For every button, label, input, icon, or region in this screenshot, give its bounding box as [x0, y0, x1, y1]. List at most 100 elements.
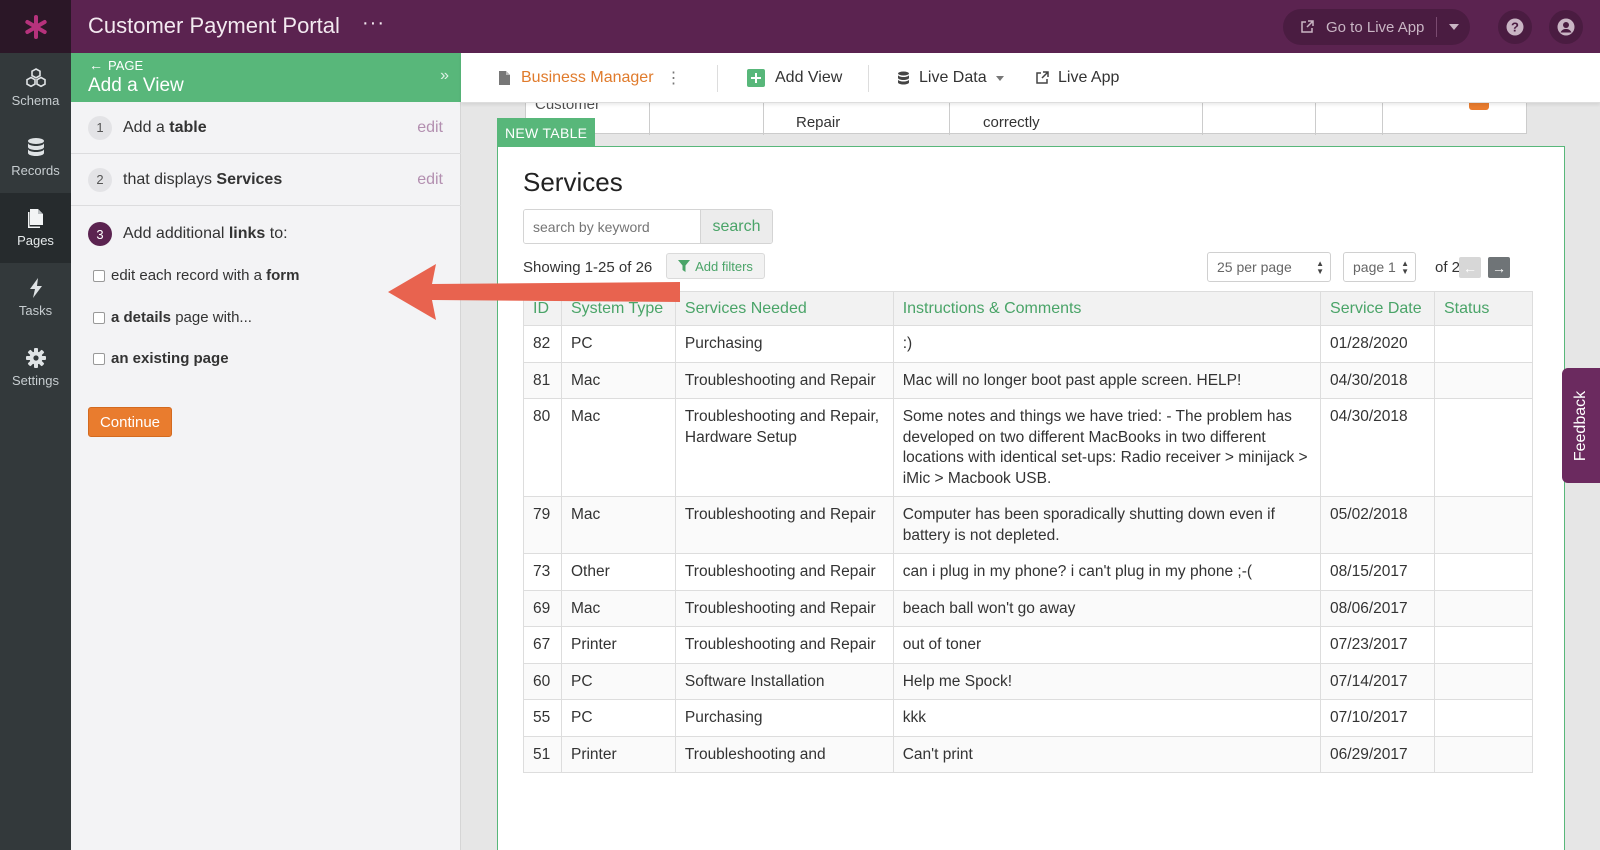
cell-text: correctly [983, 114, 1040, 131]
link-option-details-page[interactable]: a details page with... [93, 309, 252, 326]
account-button[interactable] [1549, 10, 1583, 44]
cell-text: Repair [796, 114, 841, 131]
wizard-header: ← PAGE Add a View » [71, 53, 461, 102]
table-row[interactable]: 80 Mac Troubleshooting and Repair, Hardwar… [523, 398, 1533, 497]
search-input[interactable] [524, 210, 700, 243]
column-header[interactable]: Instructions & Comments [892, 291, 1322, 326]
app-logo[interactable] [0, 0, 71, 53]
link-option-edit-form[interactable]: edit each record with a form [93, 267, 299, 284]
table-cell: can i plug in my phone? i can't plug in … [892, 553, 1322, 591]
checkbox[interactable] [93, 352, 105, 365]
table-row[interactable]: 69 Mac Troubleshooting and Repair beach bal… [523, 589, 1533, 627]
page-name: Business Manager [521, 69, 654, 86]
option-label: an existing page [111, 350, 229, 367]
table-cell: 07/14/2017 [1320, 662, 1435, 700]
app-more-menu[interactable]: ··· [362, 12, 385, 35]
asterisk-logo-icon [24, 14, 47, 39]
page-more-icon[interactable]: ⋮ [666, 68, 682, 88]
feedback-label: Feedback [1572, 390, 1590, 461]
live-data-toggle[interactable]: Live Data [897, 53, 1004, 103]
divider [1436, 17, 1438, 37]
back-to-page-link[interactable]: ← PAGE [89, 57, 143, 73]
add-view-button[interactable]: Add View [747, 53, 842, 103]
page-value: page 1 [1353, 259, 1396, 275]
feedback-tab[interactable]: Feedback [1562, 368, 1600, 483]
nav-schema[interactable]: Schema [0, 53, 71, 123]
table-cell: Purchasing [674, 699, 894, 737]
table-cell [650, 103, 764, 135]
table-cell: Help me Spock! [892, 662, 1322, 700]
table-row[interactable]: 60 PC Software Installation Help me Spock! 0… [523, 662, 1533, 700]
table-row[interactable]: 51 Printer Troubleshooting and Can't print 0… [523, 735, 1533, 773]
per-page-select[interactable]: 25 per page ▲ ▼ [1207, 252, 1331, 282]
column-header[interactable]: Status [1434, 291, 1533, 326]
table-row[interactable]: 79 Mac Troubleshooting and Repair Computer … [523, 496, 1533, 554]
table-cell: 06/29/2017 [1320, 735, 1435, 773]
table-cell: 51 [523, 735, 562, 773]
table-cell: Mac [560, 361, 676, 399]
table-title: Services [523, 167, 623, 197]
go-to-live-app-button[interactable]: Go to Live App [1283, 9, 1470, 45]
table-cell: Mac [560, 398, 676, 497]
next-page-button[interactable]: → [1488, 257, 1510, 278]
step-text: Add additional links to: [123, 225, 288, 242]
page-select[interactable]: page 1 ▲ ▼ [1343, 252, 1416, 282]
checkbox[interactable] [93, 269, 105, 282]
column-header[interactable]: Services Needed [674, 291, 894, 326]
table-cell: PC [560, 662, 676, 700]
step-1-edit-link[interactable]: edit [417, 119, 443, 137]
table-row[interactable]: 81 Mac Troubleshooting and Repair Mac will … [523, 361, 1533, 399]
table-cell: Troubleshooting and Repair, Hardware Set… [674, 398, 894, 497]
table-cell [1434, 662, 1533, 700]
table-cell: 60 [523, 662, 562, 700]
nav-pages[interactable]: Pages [0, 193, 71, 263]
prev-page-button[interactable]: ← [1459, 257, 1481, 278]
services-table: ID System Type Services Needed Instructi… [523, 291, 1533, 773]
page-selector[interactable]: Business Manager ⋮ [498, 53, 682, 103]
option-label: edit each record with a form [111, 267, 300, 284]
live-app-link[interactable]: Live App [1035, 53, 1119, 103]
table-cell [1434, 699, 1533, 737]
table-row[interactable]: 82 PC Purchasing:) 01/28/2020 [523, 325, 1533, 363]
table-cell: Troubleshooting and Repair [674, 589, 894, 627]
table-cell: Can't print [892, 735, 1322, 773]
new-table-view[interactable]: Services search Showing 1-25 of 26 Add f… [497, 118, 1565, 850]
table-row[interactable]: 67 Printer Troubleshooting and Repair out o… [523, 626, 1533, 664]
nav-schema-label: Schema [11, 93, 60, 108]
page-icon [499, 71, 510, 85]
nav-records[interactable]: Records [0, 123, 71, 193]
table-cell: 05/02/2018 [1320, 496, 1435, 554]
nav-tasks[interactable]: Tasks [0, 263, 71, 333]
arrow-right-icon: → [1492, 259, 1506, 276]
arrow-left-icon: ← [1463, 259, 1477, 276]
table-cell: PC [560, 699, 676, 737]
per-page-value: 25 per page [1217, 259, 1292, 275]
step-2-edit-link[interactable]: edit [417, 171, 443, 189]
collapse-panel-icon[interactable]: » [440, 67, 449, 85]
chevron-down-icon[interactable] [1449, 24, 1460, 30]
nav-settings[interactable]: Settings [0, 333, 71, 403]
search-button[interactable]: search [700, 210, 772, 243]
table-row[interactable]: 73 Other Troubleshooting and Repair can i p… [523, 553, 1533, 591]
option-label: a details page with... [111, 309, 252, 326]
continue-button[interactable]: Continue [88, 407, 172, 437]
link-option-existing-page[interactable]: an existing page [93, 350, 229, 367]
table-cell: 04/30/2018 [1320, 398, 1435, 497]
table-cell: 81 [523, 361, 562, 399]
checkbox[interactable] [93, 311, 105, 324]
column-header[interactable]: Service Date [1320, 291, 1435, 326]
select-arrows-icon: ▲ ▼ [1401, 259, 1409, 276]
table-cell: 69 [523, 589, 562, 627]
table-cell: 04/30/2018 [1320, 361, 1435, 399]
table-cell: 73 [523, 553, 562, 591]
table-cell: Mac will no longer boot past apple scree… [892, 361, 1322, 399]
table-cell: Computer has been sporadically shutting … [892, 496, 1322, 554]
table-row[interactable]: 55 PC Purchasing kkk 07/10/2017 [523, 699, 1533, 737]
help-icon: ? [1506, 18, 1524, 36]
table-cell: kkk [892, 699, 1322, 737]
table-cell [1434, 553, 1533, 591]
help-button[interactable]: ? [1498, 10, 1532, 44]
step-text: that displays Services [123, 170, 283, 188]
chevron-down-icon [995, 75, 1004, 81]
table-cell: Printer [560, 735, 676, 773]
